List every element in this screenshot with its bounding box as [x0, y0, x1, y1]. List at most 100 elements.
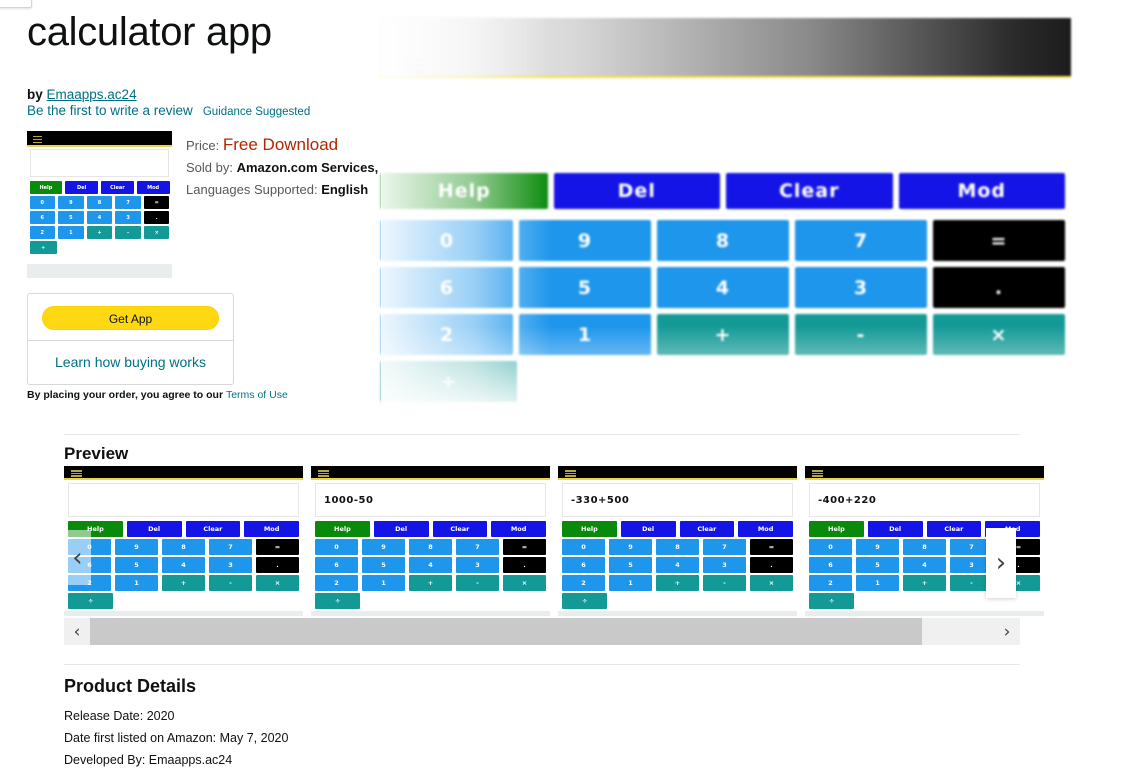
developer-link[interactable]: Emaapps.ac24 [47, 87, 137, 102]
get-app-button[interactable]: Get App [42, 306, 219, 330]
calculator-key-0[interactable]: 0 [809, 539, 852, 555]
calculator-key-.[interactable]: . [933, 267, 1065, 308]
calculator-key-×[interactable]: × [750, 575, 793, 591]
calculator-key-7[interactable]: 7 [795, 220, 927, 261]
calculator-key-0[interactable]: 0 [381, 220, 513, 261]
calculator-key-6[interactable]: 6 [29, 211, 56, 224]
calculator-key-=[interactable]: = [750, 539, 793, 555]
calculator-key-2[interactable]: 2 [809, 575, 852, 591]
calculator-key-8[interactable]: 8 [162, 539, 205, 555]
calculator-key-1[interactable]: 1 [519, 314, 651, 355]
hamburger-menu-icon[interactable] [71, 470, 82, 477]
calculator-key-9[interactable]: 9 [58, 196, 84, 209]
calculator-key-del[interactable]: Del [867, 521, 923, 537]
calculator-key-mod[interactable]: Mod [491, 521, 546, 537]
calculator-key-7[interactable]: 7 [115, 196, 141, 209]
calculator-key-5[interactable]: 5 [115, 557, 158, 573]
preview-slide[interactable]: -330+500 Help Del Clear Mod 0 9 8 7 = 6 5 4 3. 2 1 + - × ÷ [558, 466, 797, 616]
calculator-key--[interactable]: - [115, 226, 141, 239]
calculator-key-÷[interactable]: ÷ [562, 593, 608, 609]
calculator-key-=[interactable]: = [933, 220, 1065, 261]
calculator-key-6[interactable]: 6 [809, 557, 852, 573]
calculator-key-4[interactable]: 4 [409, 557, 452, 573]
calculator-key-1[interactable]: 1 [58, 226, 84, 239]
calculator-key-8[interactable]: 8 [86, 196, 113, 209]
calculator-key-4[interactable]: 4 [162, 557, 205, 573]
calculator-key-clear[interactable]: Clear [679, 521, 735, 537]
calculator-key-mod[interactable]: Mod [898, 173, 1065, 209]
calculator-key-5[interactable]: 5 [856, 557, 899, 573]
scrollbar-thumb[interactable] [90, 618, 922, 645]
product-thumbnail[interactable]: Help Del Clear Mod 0 9 8 7 = 6 5 4 3. 2 1 + - × ÷ [27, 131, 172, 278]
calculator-key-7[interactable]: 7 [456, 539, 499, 555]
calculator-key-1[interactable]: 1 [609, 575, 652, 591]
calculator-key-÷[interactable]: ÷ [315, 593, 361, 609]
calculator-key-.[interactable]: . [750, 557, 793, 573]
guidance-suggested-label[interactable]: Guidance Suggested [203, 106, 310, 118]
calculator-key-×[interactable]: × [933, 314, 1065, 355]
hamburger-menu-icon[interactable] [812, 470, 823, 477]
write-review-link[interactable]: Be the first to write a review [27, 103, 193, 118]
calculator-key-×[interactable]: × [503, 575, 546, 591]
calculator-key-9[interactable]: 9 [609, 539, 652, 555]
calculator-key-del[interactable]: Del [126, 521, 182, 537]
carousel-prev-button[interactable]: ‹ [64, 530, 91, 585]
calculator-key-clear[interactable]: Clear [926, 521, 982, 537]
calculator-key-clear[interactable]: Clear [185, 521, 241, 537]
calculator-key--[interactable]: - [209, 575, 252, 591]
calculator-key-5[interactable]: 5 [58, 211, 84, 224]
calculator-key-2[interactable]: 2 [562, 575, 605, 591]
calculator-key-9[interactable]: 9 [856, 539, 899, 555]
preview-slide[interactable]: 1000-50 Help Del Clear Mod 0 9 8 7 = 6 5 4 3. 2 1 + - × ÷ [311, 466, 550, 616]
calculator-key-mod[interactable]: Mod [738, 521, 793, 537]
calculator-key-8[interactable]: 8 [409, 539, 452, 555]
calculator-key-4[interactable]: 4 [657, 267, 789, 308]
calculator-key-.[interactable]: . [143, 211, 170, 224]
calculator-key-9[interactable]: 9 [115, 539, 158, 555]
scroll-left-button[interactable]: ‹ [64, 622, 90, 642]
calculator-key-+[interactable]: + [656, 575, 699, 591]
calculator-key--[interactable]: - [703, 575, 746, 591]
calculator-key-=[interactable]: = [256, 539, 299, 555]
calculator-key-6[interactable]: 6 [381, 267, 513, 308]
calculator-key-×[interactable]: × [256, 575, 299, 591]
calculator-key-8[interactable]: 8 [903, 539, 946, 555]
calculator-key-help[interactable]: Help [315, 521, 370, 537]
calculator-key-0[interactable]: 0 [315, 539, 358, 555]
hero-preview-image[interactable]: Help Del Clear Mod 0 9 8 7 = 6 5 4 3. 2 1 + - × ÷ [381, 18, 1071, 413]
calculator-key-+[interactable]: + [657, 314, 789, 355]
calculator-key-del[interactable]: Del [553, 173, 720, 209]
calculator-key-7[interactable]: 7 [209, 539, 252, 555]
calculator-key-5[interactable]: 5 [519, 267, 651, 308]
calculator-key-3[interactable]: 3 [703, 557, 746, 573]
preview-scrollbar[interactable]: ‹ › [64, 618, 1020, 645]
calculator-key-9[interactable]: 9 [362, 539, 405, 555]
calculator-key-3[interactable]: 3 [456, 557, 499, 573]
calculator-key-÷[interactable]: ÷ [29, 241, 57, 254]
calculator-key-2[interactable]: 2 [315, 575, 358, 591]
calculator-key-5[interactable]: 5 [362, 557, 405, 573]
calculator-key-1[interactable]: 1 [115, 575, 158, 591]
calculator-key-.[interactable]: . [256, 557, 299, 573]
calculator-key-del[interactable]: Del [373, 521, 429, 537]
calculator-key-3[interactable]: 3 [209, 557, 252, 573]
calculator-key-mod[interactable]: Mod [136, 181, 170, 194]
calculator-key-+[interactable]: + [162, 575, 205, 591]
calculator-key-mod[interactable]: Mod [244, 521, 299, 537]
calculator-key-÷[interactable]: ÷ [68, 593, 114, 609]
scroll-right-button[interactable]: › [994, 622, 1020, 642]
calculator-key-6[interactable]: 6 [315, 557, 358, 573]
scrollbar-track[interactable] [90, 618, 994, 645]
calculator-key-del[interactable]: Del [620, 521, 676, 537]
calculator-key-+[interactable]: + [86, 226, 113, 239]
calculator-key-1[interactable]: 1 [856, 575, 899, 591]
calculator-key-clear[interactable]: Clear [726, 173, 893, 209]
calculator-key-3[interactable]: 3 [795, 267, 927, 308]
calculator-key-1[interactable]: 1 [362, 575, 405, 591]
calculator-key-clear[interactable]: Clear [101, 181, 134, 194]
calculator-key-help[interactable]: Help [381, 173, 548, 209]
calculator-key-+[interactable]: + [903, 575, 946, 591]
hamburger-menu-icon[interactable] [565, 470, 576, 477]
hamburger-menu-icon[interactable] [33, 136, 42, 143]
calculator-key-clear[interactable]: Clear [432, 521, 488, 537]
